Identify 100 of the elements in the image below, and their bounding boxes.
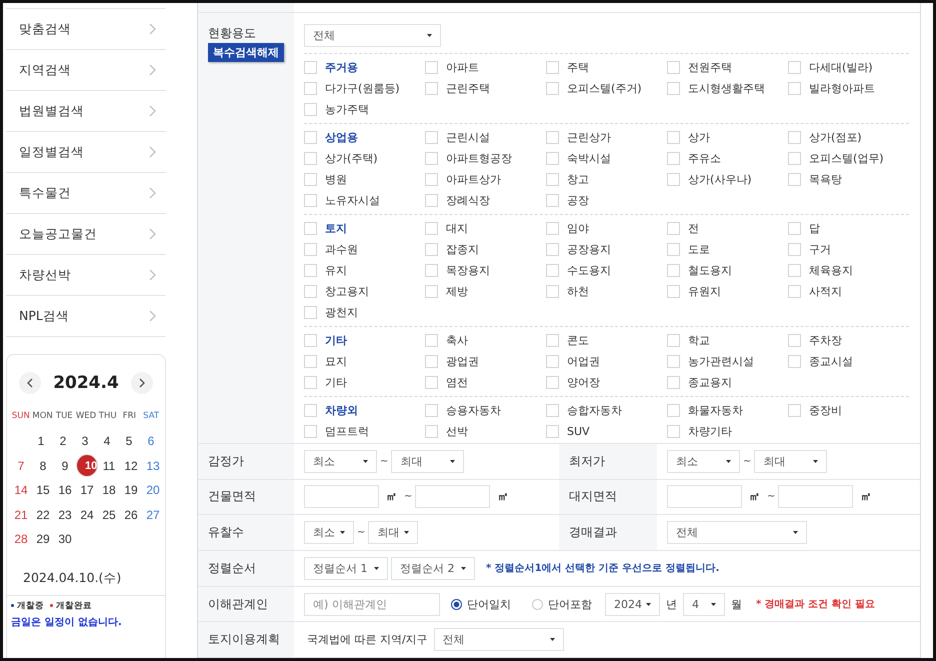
sidebar-menu-item[interactable]: 오늘공고물건: [6, 213, 166, 254]
checkbox[interactable]: [304, 222, 317, 235]
checkbox-option[interactable]: 도시형생활주택: [667, 78, 788, 99]
checkbox-option[interactable]: 전: [667, 218, 788, 239]
checkbox[interactable]: [546, 334, 559, 347]
checkbox[interactable]: [425, 152, 438, 165]
checkbox-option[interactable]: 아파트형공장: [425, 148, 546, 169]
checkbox-option[interactable]: 숙박시설: [546, 148, 667, 169]
calendar-day[interactable]: 26: [120, 504, 142, 526]
dropdown-select[interactable]: 최소: [667, 450, 740, 473]
checkbox[interactable]: [425, 60, 438, 74]
checkbox-option[interactable]: 철도용지: [667, 260, 788, 281]
checkbox-option[interactable]: 덤프트럭: [304, 420, 425, 442]
checkbox[interactable]: [425, 424, 438, 438]
checkbox[interactable]: [788, 82, 801, 95]
checkbox-option[interactable]: 광천지: [304, 302, 425, 323]
checkbox[interactable]: [304, 354, 317, 368]
checkbox-option[interactable]: SUV: [546, 420, 667, 442]
checkbox[interactable]: [546, 424, 559, 438]
checkbox[interactable]: [546, 60, 559, 74]
checkbox[interactable]: [546, 354, 559, 368]
checkbox[interactable]: [788, 152, 801, 165]
checkbox[interactable]: [546, 194, 559, 207]
checkbox[interactable]: [667, 424, 680, 438]
checkbox[interactable]: [304, 130, 317, 144]
checkbox[interactable]: [667, 152, 680, 165]
calendar-day[interactable]: 20: [142, 479, 164, 502]
checkbox[interactable]: [667, 222, 680, 235]
checkbox-option[interactable]: 잡종지: [425, 238, 546, 260]
sidebar-menu-item[interactable]: NPL검색: [6, 295, 166, 337]
checkbox[interactable]: [425, 354, 438, 368]
calendar-day[interactable]: 4: [96, 430, 118, 452]
calendar-day[interactable]: 29: [32, 528, 54, 550]
checkbox[interactable]: [425, 404, 438, 417]
calendar-day[interactable]: 10: [76, 454, 98, 478]
checkbox-option[interactable]: 대지: [425, 218, 546, 239]
checkbox-option[interactable]: 학교: [667, 330, 788, 351]
checkbox[interactable]: [788, 284, 801, 298]
input-field[interactable]: [415, 485, 490, 508]
calendar-day[interactable]: 21: [10, 504, 32, 526]
checkbox[interactable]: [667, 60, 680, 74]
checkbox-option[interactable]: 수도용지: [546, 260, 667, 281]
checkbox[interactable]: [304, 172, 317, 186]
checkbox[interactable]: [425, 194, 438, 207]
checkbox[interactable]: [788, 130, 801, 144]
input-field[interactable]: [778, 485, 854, 508]
checkbox-option[interactable]: 주거용: [304, 56, 425, 78]
checkbox-option[interactable]: 승용자동차: [425, 400, 546, 421]
calendar-day[interactable]: 19: [120, 479, 142, 502]
checkbox-option[interactable]: 병원: [304, 168, 425, 190]
input-field[interactable]: [304, 485, 379, 508]
checkbox[interactable]: [788, 242, 801, 256]
checkbox-option[interactable]: 상가(사우나): [667, 168, 788, 190]
dropdown-select[interactable]: 2024: [605, 592, 660, 616]
checkbox[interactable]: [304, 60, 317, 74]
checkbox[interactable]: [546, 152, 559, 165]
sidebar-menu-item[interactable]: 특수물건: [6, 172, 166, 213]
calendar-day[interactable]: 25: [98, 504, 120, 526]
checkbox-option[interactable]: 하천: [546, 280, 667, 302]
checkbox-option[interactable]: 기타: [304, 330, 425, 351]
checkbox-option[interactable]: 중장비: [788, 400, 909, 421]
checkbox[interactable]: [425, 222, 438, 235]
checkbox-option[interactable]: 주유소: [667, 148, 788, 169]
checkbox-option[interactable]: 광업권: [425, 350, 546, 372]
checkbox-option[interactable]: 유지: [304, 260, 425, 281]
checkbox-option[interactable]: 목장용지: [425, 260, 546, 281]
checkbox-option[interactable]: 선박: [425, 420, 546, 442]
radio-button[interactable]: [451, 598, 462, 610]
checkbox[interactable]: [425, 172, 438, 186]
clear-multi-search-button[interactable]: 복수검색해제: [208, 42, 284, 62]
input-field[interactable]: 예) 이해관계인: [304, 592, 440, 616]
checkbox[interactable]: [304, 242, 317, 256]
checkbox-option[interactable]: 근린상가: [546, 126, 667, 148]
checkbox[interactable]: [667, 82, 680, 95]
checkbox-option[interactable]: 다세대(빌라): [788, 56, 909, 78]
checkbox[interactable]: [425, 284, 438, 298]
calendar-day[interactable]: 27: [142, 504, 164, 526]
checkbox-option[interactable]: 노유자시설: [304, 190, 425, 211]
checkbox[interactable]: [546, 242, 559, 256]
checkbox-option[interactable]: 묘지: [304, 350, 425, 372]
checkbox-option[interactable]: 창고용지: [304, 280, 425, 302]
checkbox-option[interactable]: 체육용지: [788, 260, 909, 281]
checkbox[interactable]: [667, 130, 680, 144]
checkbox-option[interactable]: 창고: [546, 168, 667, 190]
checkbox[interactable]: [667, 242, 680, 256]
checkbox[interactable]: [304, 334, 317, 347]
checkbox-option[interactable]: 주차장: [788, 330, 909, 351]
checkbox[interactable]: [546, 264, 559, 277]
checkbox-option[interactable]: 농가관련시설: [667, 350, 788, 372]
checkbox[interactable]: [546, 284, 559, 298]
input-field[interactable]: [667, 485, 742, 508]
calendar-day[interactable]: 24: [76, 504, 98, 526]
calendar-day[interactable]: 18: [98, 479, 120, 502]
checkbox-option[interactable]: 주택: [546, 56, 667, 78]
calendar-day[interactable]: 22: [32, 504, 54, 526]
sidebar-menu-item[interactable]: 일정별검색: [6, 131, 166, 172]
checkbox[interactable]: [788, 222, 801, 235]
calendar-day[interactable]: 2: [52, 430, 74, 452]
checkbox-option[interactable]: 임야: [546, 218, 667, 239]
checkbox-option[interactable]: 구거: [788, 238, 909, 260]
